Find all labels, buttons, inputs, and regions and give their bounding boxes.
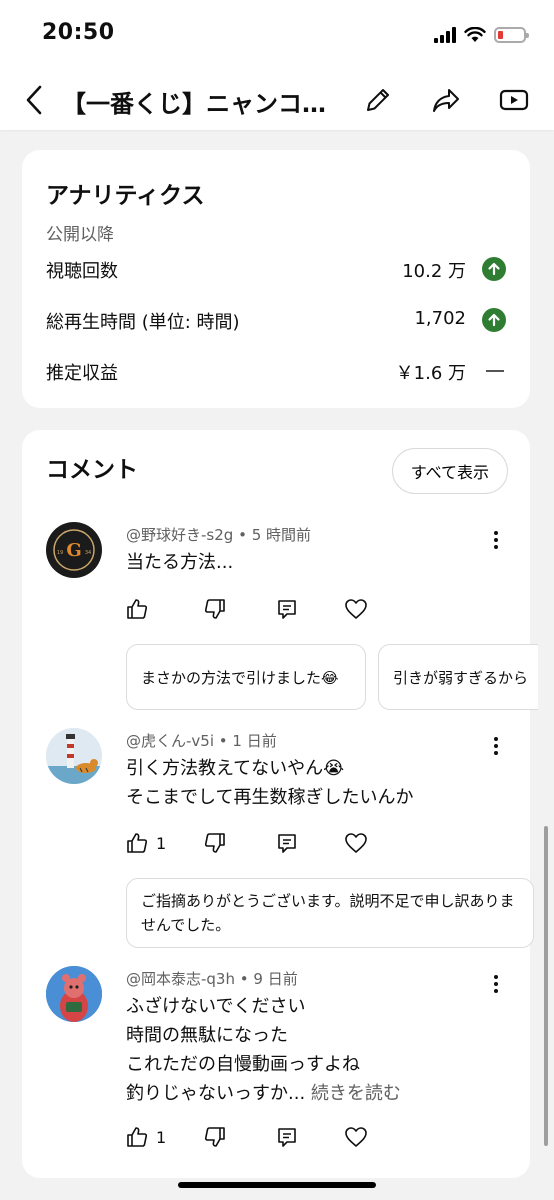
heart-icon [345, 1127, 367, 1147]
cellular-signal-icon [434, 27, 456, 43]
metric-value: 1,702 [414, 308, 466, 329]
reply-comment-icon [278, 834, 296, 853]
trend-up-icon [482, 308, 506, 332]
comment-actions: 1 [126, 1122, 386, 1152]
back-button[interactable] [20, 82, 48, 118]
giants-logo-icon: G 19 34 [47, 523, 101, 577]
reply-suggestion-chip[interactable]: まさかの方法で引けました😂 [126, 644, 366, 710]
comment-more-button[interactable] [484, 970, 508, 998]
comment-author[interactable]: @野球好き-s2g [126, 526, 233, 544]
comment-actions [126, 594, 386, 624]
comment-time: 1 日前 [232, 732, 277, 750]
svg-text:19: 19 [57, 550, 63, 556]
character-avatar-icon [46, 966, 102, 1022]
video-title: 【一番くじ】ニャンコ… [62, 90, 326, 118]
reply-button[interactable] [276, 828, 298, 858]
youtube-icon [499, 89, 529, 111]
comment-text: 引く方法教えてないやん😭 そこまでして再生数稼ぎしたいんか [126, 758, 414, 808]
app-header: 【一番くじ】ニャンコ… [0, 70, 554, 130]
metric-row-watch-time: 総再生時間 (単位: 時間) 1,702 [46, 305, 506, 335]
show-all-button[interactable]: すべて表示 [391, 448, 508, 494]
comment-meta: @岡本泰志-q3h • 9 日前 [126, 970, 298, 988]
heart-button[interactable] [344, 828, 368, 858]
dislike-button[interactable] [204, 1122, 226, 1152]
metric-value: 10.2 万 [402, 261, 466, 282]
comment-more-button[interactable] [484, 732, 508, 760]
status-bar: 20:50 [0, 0, 554, 70]
reply-suggestion-box[interactable]: ご指摘ありがとうございます。説明不足で申し訳ありませんでした。 [126, 878, 534, 948]
status-time: 20:50 [42, 20, 115, 45]
comment-actions: 1 [126, 828, 386, 858]
comment-time: 5 時間前 [251, 526, 311, 544]
like-count: 1 [156, 833, 167, 853]
share-button[interactable] [428, 82, 464, 118]
svg-text:G: G [66, 540, 81, 561]
comment-author[interactable]: @岡本泰志-q3h [126, 970, 235, 988]
heart-button[interactable] [344, 594, 368, 624]
share-icon [433, 89, 459, 112]
analytics-card[interactable]: アナリティクス 公開以降 視聴回数 10.2 万 総再生時間 (単位: 時間) … [22, 150, 530, 408]
analytics-subtitle: 公開以降 [46, 225, 114, 245]
analytics-title: アナリティクス [46, 183, 205, 209]
metric-row-views: 視聴回数 10.2 万 [46, 254, 506, 284]
comment-meta: @野球好き-s2g • 5 時間前 [126, 526, 311, 544]
dislike-button[interactable] [204, 828, 226, 858]
like-button[interactable] [126, 594, 148, 624]
reply-comment-icon [278, 600, 296, 619]
heart-icon [345, 833, 367, 853]
like-count: 1 [156, 1127, 167, 1147]
thumbs-up-icon [127, 1127, 148, 1147]
back-icon [26, 85, 42, 115]
edit-pencil-icon [367, 89, 389, 111]
comment-time: 9 日前 [253, 970, 298, 988]
comment-author[interactable]: @虎くん-v5i [126, 732, 214, 750]
metric-label: 視聴回数 [46, 261, 118, 282]
battery-icon [494, 27, 529, 43]
comment-text: ふざけないでください 時間の無駄になった これただの自慢動画っすよね 釣りじゃな… [126, 996, 401, 1104]
metric-label: 総再生時間 (単位: 時間) [46, 312, 240, 333]
avatar[interactable] [46, 966, 102, 1022]
comment-more-button[interactable] [484, 526, 508, 554]
scrollbar[interactable] [544, 826, 548, 1146]
thumbs-up-icon [127, 599, 148, 619]
reply-suggestion-chip[interactable]: 引きが弱すぎるから [378, 644, 538, 710]
reply-comment-icon [278, 1128, 296, 1147]
edit-button[interactable] [360, 82, 396, 118]
avatar[interactable]: G 19 34 [46, 522, 102, 578]
like-button[interactable]: 1 [126, 1122, 166, 1152]
heart-button[interactable] [344, 1122, 368, 1152]
read-more-link[interactable]: 続きを読む [311, 1083, 401, 1104]
thumbs-down-icon [204, 599, 225, 619]
metric-value: ￥1.6 万 [395, 363, 466, 384]
home-indicator[interactable] [178, 1182, 376, 1188]
avatar[interactable] [46, 728, 102, 784]
metric-label: 推定収益 [46, 363, 118, 384]
dislike-button[interactable] [204, 594, 226, 624]
trend-up-icon [482, 257, 506, 281]
reply-button[interactable] [276, 1122, 298, 1152]
thumbs-down-icon [204, 833, 225, 853]
wifi-icon [464, 27, 486, 42]
status-icons [434, 24, 529, 46]
comment-meta: @虎くん-v5i • 1 日前 [126, 732, 277, 750]
thumbs-down-icon [204, 1127, 225, 1147]
svg-text:34: 34 [85, 550, 91, 556]
battery-level [498, 31, 503, 39]
lighthouse-tiger-avatar-icon [46, 728, 102, 784]
comments-title: コメント [46, 457, 138, 483]
like-button[interactable]: 1 [126, 828, 166, 858]
comment-text: 当たる方法... [126, 552, 234, 573]
reply-button[interactable] [276, 594, 298, 624]
open-youtube-button[interactable] [496, 82, 532, 118]
comments-card: コメント すべて表示 G 19 34 @野球好き-s2g • 5 時間前 当たる… [22, 430, 538, 1178]
trend-flat-icon [486, 370, 504, 372]
heart-icon [345, 599, 367, 619]
thumbs-up-icon [127, 833, 148, 853]
metric-row-revenue: 推定収益 ￥1.6 万 [46, 356, 506, 386]
